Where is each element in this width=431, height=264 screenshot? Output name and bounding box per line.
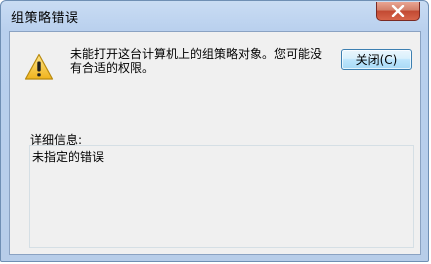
details-text-box[interactable]: 未指定的错误 [29,145,414,248]
window-title: 组策略错误 [11,11,79,26]
dialog-window: 组策略错误 未能打开这台计算机上的组策略对象。您可能没有合适的权限。 关闭(C)… [0,0,429,262]
window-close-button[interactable] [376,2,420,21]
error-message: 未能打开这台计算机上的组策略对象。您可能没有合适的权限。 [70,47,323,75]
close-button[interactable]: 关闭(C) [341,49,412,70]
close-x-icon [391,5,405,17]
details-text: 未指定的错误 [32,150,105,164]
warning-icon [24,53,54,80]
title-bar[interactable]: 组策略错误 [1,1,428,31]
dialog-body: 未能打开这台计算机上的组策略对象。您可能没有合适的权限。 关闭(C) 详细信息:… [9,31,421,255]
